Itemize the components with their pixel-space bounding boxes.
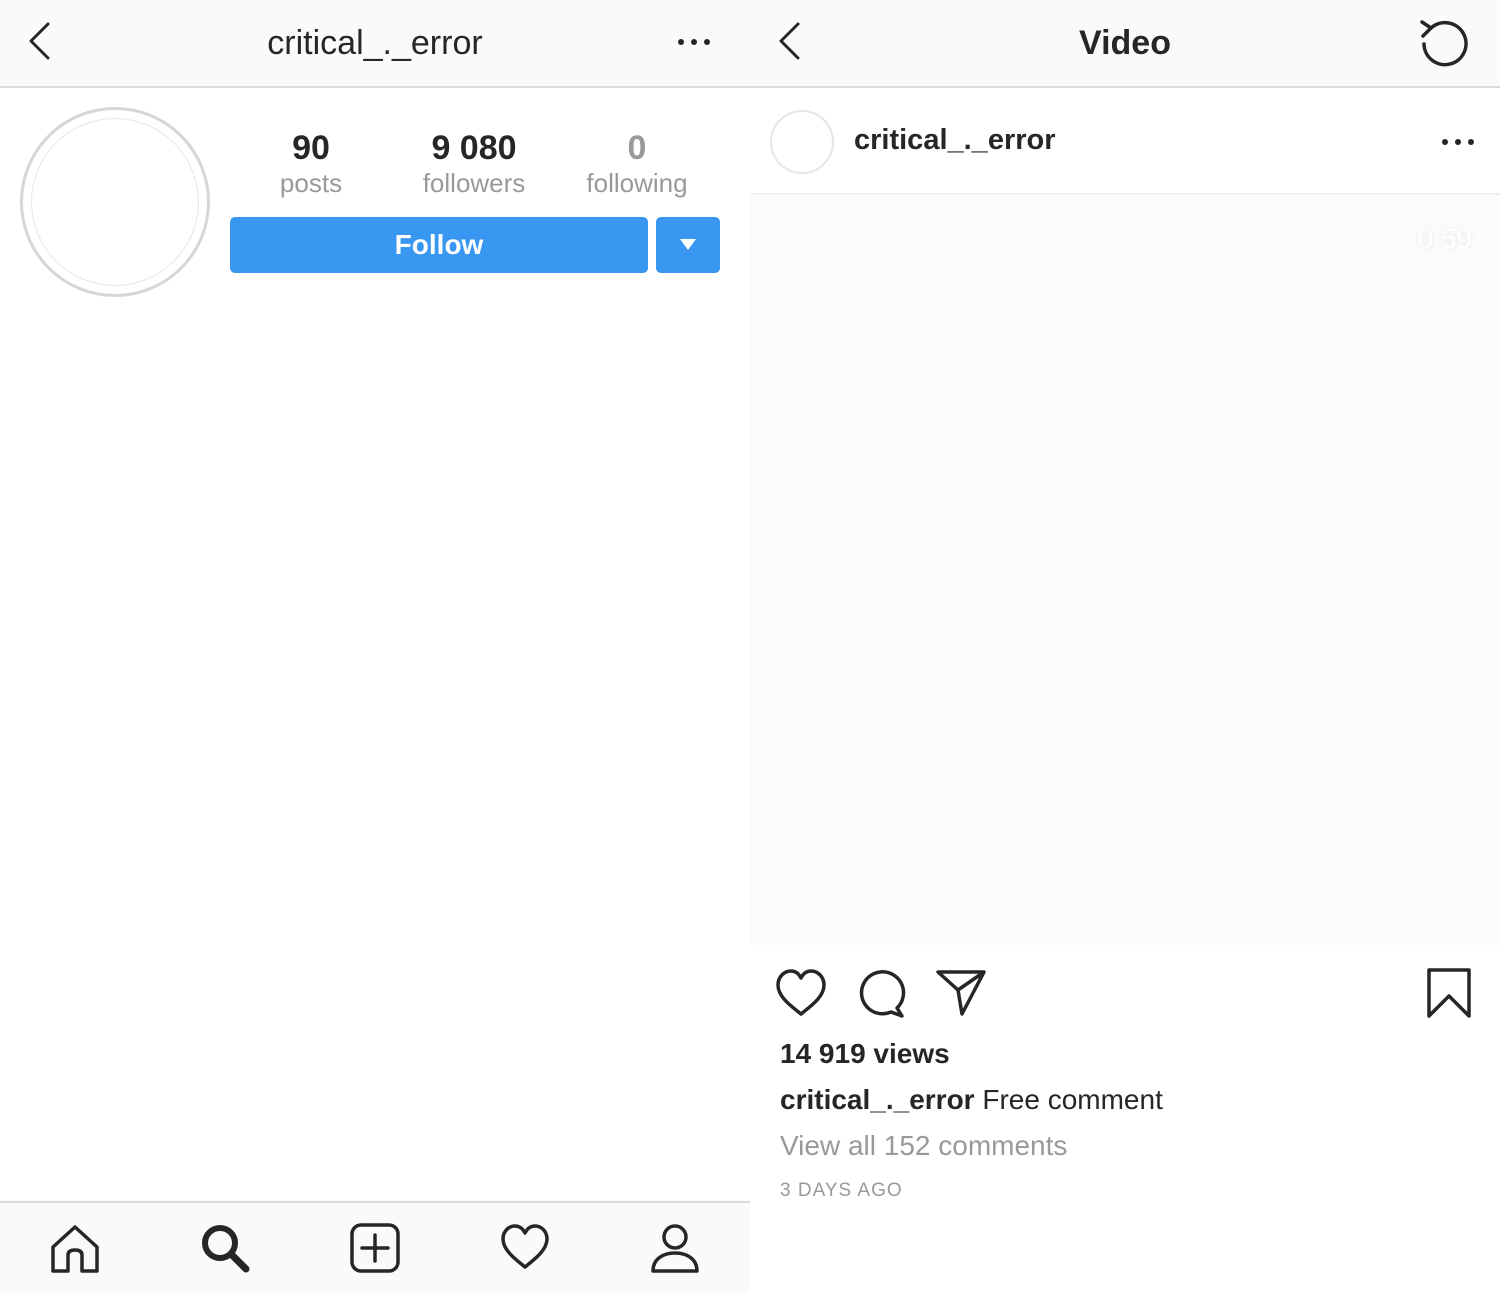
caption-username[interactable]: critical_._error: [780, 1084, 975, 1115]
share-button[interactable]: [934, 966, 988, 1020]
followers-stat[interactable]: 9 080 followers: [389, 128, 559, 198]
following-label: following: [586, 168, 688, 198]
heart-icon: [776, 969, 826, 1016]
view-all-comments-link[interactable]: View all 152 comments: [780, 1130, 1067, 1162]
posts-label: posts: [279, 168, 343, 198]
share-icon: [936, 970, 986, 1016]
posts-count: 90: [292, 129, 330, 167]
follow-button[interactable]: Follow: [230, 217, 648, 273]
post-caption: critical_._error Free comment: [780, 1084, 1163, 1116]
video-screen-title: Video: [1079, 24, 1171, 62]
profile-top-bar: critical_._error: [0, 0, 750, 88]
profile-screen: critical_._error 90 posts 9 080 follower…: [0, 0, 750, 1293]
post-header: critical_._error: [750, 88, 1500, 195]
profile-avatar[interactable]: [20, 107, 210, 297]
followers-count: 9 080: [431, 129, 517, 167]
heart-icon: [501, 1224, 549, 1269]
tab-new-post[interactable]: [348, 1221, 402, 1275]
video-top-bar: Video: [750, 0, 1500, 88]
refresh-icon: [1420, 20, 1468, 67]
user-icon: [651, 1224, 699, 1273]
following-stat[interactable]: 0 following: [552, 128, 722, 198]
suggestions-dropdown-button[interactable]: [656, 217, 720, 273]
followers-label: followers: [422, 168, 526, 198]
save-button[interactable]: [1422, 966, 1476, 1020]
like-button[interactable]: [774, 966, 828, 1020]
video-player[interactable]: 0:59: [750, 195, 1500, 945]
search-icon: [202, 1225, 250, 1273]
post-options-button[interactable]: [1436, 132, 1480, 152]
video-duration: 0:59: [1417, 223, 1473, 254]
comment-icon: [859, 970, 906, 1018]
bottom-tab-bar: [0, 1201, 750, 1293]
tab-activity[interactable]: [498, 1221, 552, 1275]
caret-down-icon: [680, 239, 696, 250]
video-screen: Video critical_._error 0:59 14 919 views…: [750, 0, 1500, 1293]
bookmark-icon: [1427, 968, 1471, 1018]
tab-profile[interactable]: [648, 1221, 702, 1275]
home-icon: [51, 1225, 99, 1273]
post-avatar[interactable]: [770, 110, 834, 174]
comment-button[interactable]: [854, 966, 908, 1020]
profile-username-title: critical_._error: [267, 24, 483, 62]
tab-search[interactable]: [198, 1221, 252, 1275]
plus-square-icon: [350, 1223, 400, 1273]
view-count: 14 919 views: [780, 1038, 950, 1069]
caption-text: Free comment: [974, 1084, 1163, 1115]
refresh-button[interactable]: [1414, 14, 1474, 74]
tab-home[interactable]: [48, 1221, 102, 1275]
posts-stat[interactable]: 90 posts: [226, 128, 396, 198]
following-count: 0: [627, 129, 647, 167]
post-timestamp: 3 DAYS AGO: [780, 1180, 903, 1201]
post-username[interactable]: critical_._error: [854, 120, 1056, 160]
more-options-button[interactable]: [672, 32, 716, 52]
